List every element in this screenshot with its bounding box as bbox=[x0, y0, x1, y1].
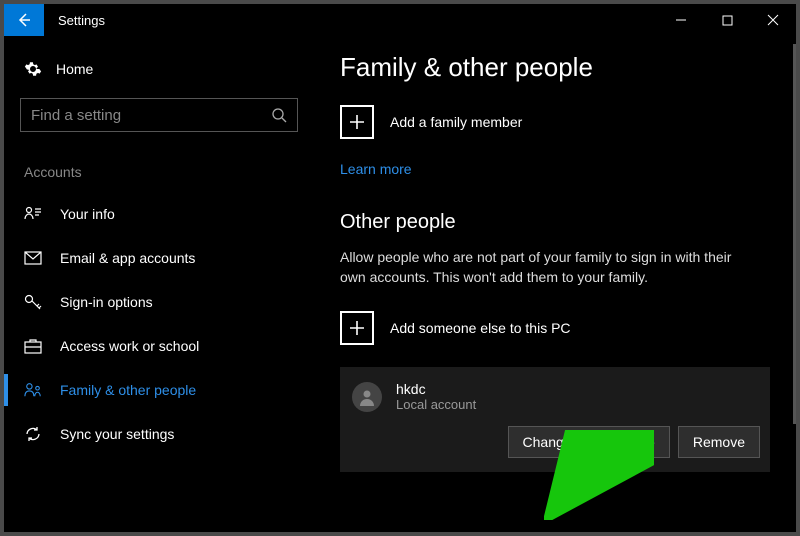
main-content: Family & other people Add a family membe… bbox=[314, 36, 796, 532]
add-other-label: Add someone else to this PC bbox=[390, 320, 571, 336]
back-button[interactable] bbox=[4, 4, 44, 36]
add-family-button[interactable]: Add a family member bbox=[340, 105, 770, 139]
search-icon bbox=[271, 107, 287, 123]
user-card[interactable]: hkdc Local account Change account type R… bbox=[340, 367, 770, 472]
sidebar-item-email[interactable]: Email & app accounts bbox=[20, 236, 298, 280]
sidebar-item-label: Sync your settings bbox=[60, 426, 174, 442]
sidebar-item-signin[interactable]: Sign-in options bbox=[20, 280, 298, 324]
plus-icon bbox=[340, 105, 374, 139]
sidebar: Home Find a setting Accounts Your info E… bbox=[4, 36, 314, 532]
arrow-left-icon bbox=[16, 12, 32, 28]
user-name: hkdc bbox=[396, 381, 476, 397]
search-placeholder: Find a setting bbox=[31, 107, 271, 124]
minimize-button[interactable] bbox=[658, 4, 704, 36]
sidebar-item-label: Email & app accounts bbox=[60, 250, 195, 266]
sidebar-item-work[interactable]: Access work or school bbox=[20, 324, 298, 368]
sidebar-item-sync[interactable]: Sync your settings bbox=[20, 412, 298, 456]
change-account-type-button[interactable]: Change account type bbox=[508, 426, 670, 458]
maximize-icon bbox=[722, 15, 733, 26]
scrollbar[interactable] bbox=[793, 44, 796, 424]
mail-icon bbox=[24, 249, 42, 267]
sync-icon bbox=[24, 425, 42, 443]
plus-icon bbox=[340, 311, 374, 345]
remove-button[interactable]: Remove bbox=[678, 426, 760, 458]
page-title: Family & other people bbox=[340, 52, 770, 83]
search-input[interactable]: Find a setting bbox=[20, 98, 298, 132]
close-icon bbox=[767, 14, 779, 26]
people-icon bbox=[24, 381, 42, 399]
sidebar-item-label: Family & other people bbox=[60, 382, 196, 398]
add-family-label: Add a family member bbox=[390, 114, 522, 130]
sidebar-item-label: Access work or school bbox=[60, 338, 199, 354]
maximize-button[interactable] bbox=[704, 4, 750, 36]
avatar bbox=[352, 382, 382, 412]
briefcase-icon bbox=[24, 337, 42, 355]
sidebar-item-your-info[interactable]: Your info bbox=[20, 192, 298, 236]
sidebar-item-label: Sign-in options bbox=[60, 294, 153, 310]
home-label: Home bbox=[56, 61, 93, 77]
other-people-heading: Other people bbox=[340, 211, 770, 234]
sidebar-item-family[interactable]: Family & other people bbox=[20, 368, 298, 412]
home-button[interactable]: Home bbox=[20, 54, 298, 98]
person-icon bbox=[358, 388, 376, 406]
window-title: Settings bbox=[44, 4, 658, 36]
close-button[interactable] bbox=[750, 4, 796, 36]
gear-icon bbox=[24, 60, 42, 78]
add-other-button[interactable]: Add someone else to this PC bbox=[340, 311, 770, 345]
other-people-description: Allow people who are not part of your fa… bbox=[340, 248, 760, 287]
sidebar-item-label: Your info bbox=[60, 206, 115, 222]
user-subtitle: Local account bbox=[396, 397, 476, 412]
section-label: Accounts bbox=[20, 164, 298, 180]
titlebar: Settings bbox=[4, 4, 796, 36]
minimize-icon bbox=[675, 14, 687, 26]
key-icon bbox=[24, 293, 42, 311]
person-lines-icon bbox=[24, 205, 42, 223]
learn-more-link[interactable]: Learn more bbox=[340, 161, 412, 177]
